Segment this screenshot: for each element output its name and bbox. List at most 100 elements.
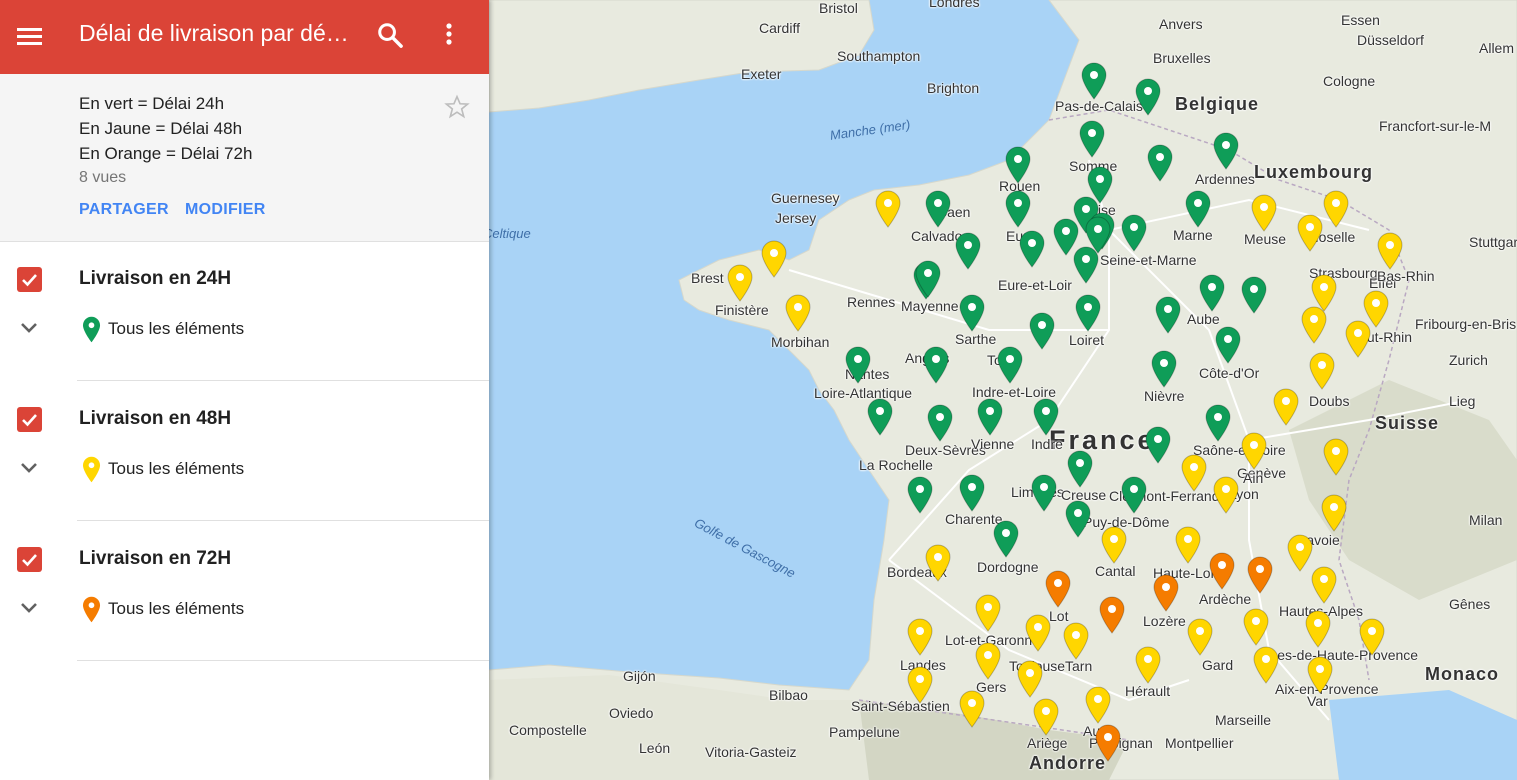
all-items-link[interactable]: Tous les éléments bbox=[108, 459, 244, 479]
green-marker-pin-icon[interactable] bbox=[1213, 132, 1239, 170]
green-marker-pin-icon[interactable] bbox=[1019, 230, 1045, 268]
all-items-link[interactable]: Tous les éléments bbox=[108, 319, 244, 339]
chevron-down-icon[interactable] bbox=[19, 601, 39, 615]
yellow-marker-pin-icon[interactable] bbox=[1101, 526, 1127, 564]
orange-marker-pin-icon[interactable] bbox=[1153, 574, 1179, 612]
green-marker-pin-icon[interactable] bbox=[1215, 326, 1241, 364]
yellow-marker-pin-icon[interactable] bbox=[1033, 698, 1059, 736]
edit-button[interactable]: MODIFIER bbox=[185, 201, 266, 219]
more-vert-icon[interactable] bbox=[438, 21, 460, 49]
green-marker-pin-icon[interactable] bbox=[1151, 350, 1177, 388]
green-marker-pin-icon[interactable] bbox=[1031, 474, 1057, 512]
green-marker-pin-icon[interactable] bbox=[959, 474, 985, 512]
yellow-marker-pin-icon[interactable] bbox=[1181, 454, 1207, 492]
orange-marker-pin-icon[interactable] bbox=[1099, 596, 1125, 634]
green-marker-pin-icon[interactable] bbox=[915, 260, 941, 298]
map-canvas[interactable]: Manche (mer)Golfe de GascogneCeltiqueFra… bbox=[489, 0, 1517, 780]
green-marker-pin-icon[interactable] bbox=[1121, 476, 1147, 514]
yellow-marker-pin-icon[interactable] bbox=[1241, 432, 1267, 470]
star-icon[interactable] bbox=[444, 94, 470, 120]
orange-marker-pin-icon[interactable] bbox=[1095, 724, 1121, 762]
green-marker-pin-icon[interactable] bbox=[1067, 450, 1093, 488]
yellow-marker-pin-icon[interactable] bbox=[875, 190, 901, 228]
yellow-marker-pin-icon[interactable] bbox=[1135, 646, 1161, 684]
green-marker-pin-icon[interactable] bbox=[1205, 404, 1231, 442]
yellow-marker-pin-icon[interactable] bbox=[1213, 476, 1239, 514]
green-marker-pin-icon[interactable] bbox=[925, 190, 951, 228]
yellow-marker-pin-icon[interactable] bbox=[1251, 194, 1277, 232]
green-marker-pin-icon[interactable] bbox=[907, 476, 933, 514]
green-marker-pin-icon[interactable] bbox=[1005, 190, 1031, 228]
green-marker-pin-icon[interactable] bbox=[1135, 78, 1161, 116]
yellow-marker-pin-icon[interactable] bbox=[959, 690, 985, 728]
yellow-marker-pin-icon[interactable] bbox=[1309, 352, 1335, 390]
orange-marker-pin-icon[interactable] bbox=[1247, 556, 1273, 594]
layer-checkbox[interactable] bbox=[17, 267, 42, 292]
green-marker-pin-icon[interactable] bbox=[1029, 312, 1055, 350]
yellow-marker-pin-icon[interactable] bbox=[1311, 566, 1337, 604]
layer-checkbox[interactable] bbox=[17, 407, 42, 432]
yellow-marker-pin-icon[interactable] bbox=[727, 264, 753, 302]
green-marker-pin-icon[interactable] bbox=[1199, 274, 1225, 312]
green-marker-pin-icon[interactable] bbox=[1185, 190, 1211, 228]
green-marker-pin-icon[interactable] bbox=[927, 404, 953, 442]
yellow-marker-pin-icon[interactable] bbox=[1025, 614, 1051, 652]
yellow-marker-pin-icon[interactable] bbox=[907, 618, 933, 656]
green-marker-pin-icon[interactable] bbox=[955, 232, 981, 270]
yellow-marker-pin-icon[interactable] bbox=[1253, 646, 1279, 684]
green-marker-pin-icon[interactable] bbox=[1121, 214, 1147, 252]
yellow-marker-pin-icon[interactable] bbox=[1345, 320, 1371, 358]
yellow-marker-pin-icon[interactable] bbox=[1175, 526, 1201, 564]
yellow-marker-pin-icon[interactable] bbox=[1307, 656, 1333, 694]
yellow-marker-pin-icon[interactable] bbox=[1323, 190, 1349, 228]
menu-icon[interactable] bbox=[17, 25, 42, 49]
yellow-marker-pin-icon[interactable] bbox=[1297, 214, 1323, 252]
yellow-marker-pin-icon[interactable] bbox=[1305, 610, 1331, 648]
yellow-marker-pin-icon[interactable] bbox=[1187, 618, 1213, 656]
green-marker-pin-icon[interactable] bbox=[1075, 294, 1101, 332]
all-items-link[interactable]: Tous les éléments bbox=[108, 599, 244, 619]
green-marker-pin-icon[interactable] bbox=[959, 294, 985, 332]
chevron-down-icon[interactable] bbox=[19, 461, 39, 475]
yellow-marker-pin-icon[interactable] bbox=[925, 544, 951, 582]
yellow-marker-pin-icon[interactable] bbox=[1377, 232, 1403, 270]
green-marker-pin-icon[interactable] bbox=[993, 520, 1019, 558]
yellow-marker-pin-icon[interactable] bbox=[1321, 494, 1347, 532]
map-label: Loire-Atlantique bbox=[814, 385, 913, 401]
yellow-marker-pin-icon[interactable] bbox=[1301, 306, 1327, 344]
green-marker-pin-icon[interactable] bbox=[867, 398, 893, 436]
orange-marker-pin-icon[interactable] bbox=[1209, 552, 1235, 590]
yellow-marker-pin-icon[interactable] bbox=[907, 666, 933, 704]
chevron-down-icon[interactable] bbox=[19, 321, 39, 335]
share-button[interactable]: PARTAGER bbox=[79, 201, 169, 219]
green-marker-pin-icon[interactable] bbox=[845, 346, 871, 384]
yellow-marker-pin-icon[interactable] bbox=[1323, 438, 1349, 476]
green-marker-pin-icon[interactable] bbox=[1065, 500, 1091, 538]
yellow-marker-pin-icon[interactable] bbox=[761, 240, 787, 278]
green-marker-pin-icon[interactable] bbox=[1145, 426, 1171, 464]
yellow-marker-pin-icon[interactable] bbox=[1063, 622, 1089, 660]
green-marker-pin-icon[interactable] bbox=[923, 346, 949, 384]
orange-marker-pin-icon[interactable] bbox=[1045, 570, 1071, 608]
green-marker-pin-icon[interactable] bbox=[1155, 296, 1181, 334]
green-marker-pin-icon[interactable] bbox=[1073, 246, 1099, 284]
yellow-marker-pin-icon[interactable] bbox=[785, 294, 811, 332]
layer-checkbox[interactable] bbox=[17, 547, 42, 572]
green-marker-pin-icon[interactable] bbox=[1147, 144, 1173, 182]
yellow-marker-pin-icon[interactable] bbox=[1287, 534, 1313, 572]
yellow-marker-pin-icon[interactable] bbox=[1243, 608, 1269, 646]
yellow-marker-pin-icon[interactable] bbox=[1273, 388, 1299, 426]
search-icon[interactable] bbox=[376, 21, 404, 49]
green-marker-pin-icon[interactable] bbox=[997, 346, 1023, 384]
yellow-marker-pin-icon[interactable] bbox=[1359, 618, 1385, 656]
green-marker-pin-icon[interactable] bbox=[1081, 62, 1107, 100]
green-marker-pin-icon[interactable] bbox=[1033, 398, 1059, 436]
yellow-marker-pin-icon[interactable] bbox=[1085, 686, 1111, 724]
yellow-marker-pin-icon[interactable] bbox=[975, 594, 1001, 632]
green-marker-pin-icon[interactable] bbox=[1079, 120, 1105, 158]
green-marker-pin-icon[interactable] bbox=[977, 398, 1003, 436]
green-marker-pin-icon[interactable] bbox=[1005, 146, 1031, 184]
yellow-marker-pin-icon[interactable] bbox=[975, 642, 1001, 680]
green-marker-pin-icon[interactable] bbox=[1241, 276, 1267, 314]
yellow-marker-pin-icon[interactable] bbox=[1017, 660, 1043, 698]
